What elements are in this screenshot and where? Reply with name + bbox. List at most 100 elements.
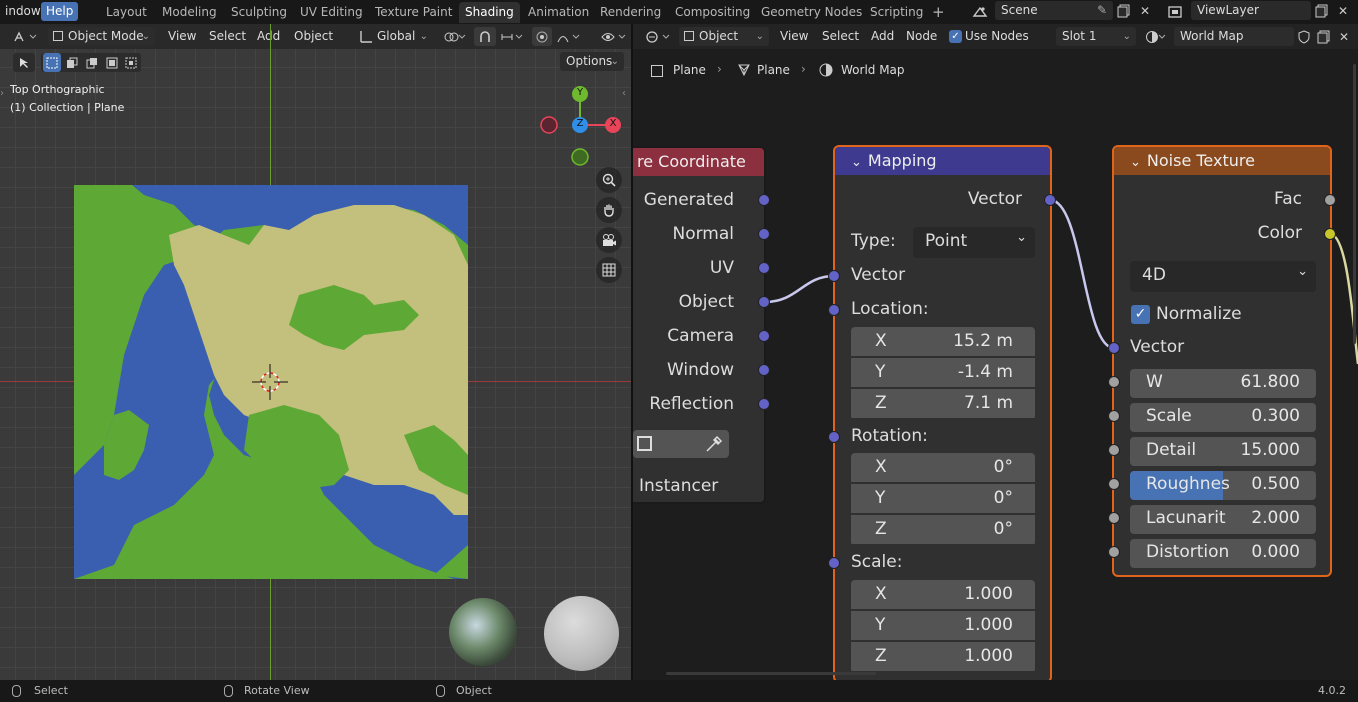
toolbar-expand-icon[interactable]: › (0, 88, 4, 99)
texture-coordinate-node-title[interactable]: re Coordinate (633, 148, 764, 176)
options-dropdown[interactable]: Options ⌄ (560, 52, 624, 71)
scale-x-field[interactable]: X 1.000 (851, 580, 1035, 609)
socket-scale[interactable] (828, 557, 840, 569)
rotation-x-field[interactable]: X 0° (851, 453, 1035, 482)
socket-rotation[interactable] (828, 431, 840, 443)
select-invert-icon[interactable] (103, 53, 121, 72)
horizontal-scrollbar[interactable] (666, 672, 876, 675)
socket-normal[interactable] (758, 228, 770, 240)
view-layer-field[interactable]: ViewLayer (1191, 1, 1311, 20)
socket-noise-fac[interactable] (1324, 194, 1336, 206)
delete-scene-icon[interactable]: ✕ (1135, 1, 1155, 20)
tab-uv-editing[interactable]: UV Editing (294, 2, 369, 23)
socket-camera[interactable] (758, 330, 770, 342)
tab-rendering[interactable]: Rendering (594, 2, 667, 23)
3d-viewport[interactable]: Object Mode ⌄ View Select Add Object Glo… (0, 24, 631, 680)
collapse-chevron-icon[interactable]: ⌄ (1130, 155, 1141, 170)
noise-scale-field[interactable]: Scale 0.300 (1130, 403, 1316, 432)
mapping-type-dropdown[interactable]: Point ⌄ (913, 227, 1035, 258)
noise-node-header[interactable]: ⌄ Noise Texture (1114, 147, 1330, 175)
snap-icon[interactable] (474, 27, 496, 46)
collapse-chevron-icon[interactable]: ⌄ (851, 155, 862, 170)
pin-icon[interactable]: ✎ (1097, 1, 1107, 20)
editor-type-icon[interactable] (8, 27, 42, 46)
proportional-editing-icon[interactable] (532, 27, 552, 46)
delete-view-layer-icon[interactable]: ✕ (1333, 1, 1353, 20)
visibility-icon[interactable] (598, 27, 630, 46)
location-y-field[interactable]: Y -1.4 m (851, 358, 1035, 387)
tab-animation[interactable]: Animation (522, 2, 595, 23)
noise-detail-field[interactable]: Detail 15.000 (1130, 437, 1316, 466)
socket-noise-vector[interactable] (1108, 342, 1120, 354)
noise-roughness-slider[interactable]: Roughnes 0.500 (1130, 471, 1316, 500)
tab-texture-paint[interactable]: Texture Paint (369, 2, 458, 23)
viewport-menu-view[interactable]: View (168, 27, 196, 46)
pan-hand-icon[interactable] (596, 197, 622, 223)
new-view-layer-icon[interactable] (1312, 1, 1332, 20)
socket-location[interactable] (828, 304, 840, 316)
socket-window[interactable] (758, 364, 770, 376)
socket-generated[interactable] (758, 194, 770, 206)
location-x-field[interactable]: X 15.2 m (851, 327, 1035, 356)
normalize-checkbox[interactable]: ✓ (1131, 305, 1150, 324)
socket-noise-distortion[interactable] (1108, 546, 1120, 558)
object-picker-field[interactable] (633, 430, 729, 458)
rotation-y-field[interactable]: Y 0° (851, 484, 1035, 513)
socket-mapping-vector-out[interactable] (1044, 194, 1056, 206)
tool-select-icon[interactable] (13, 53, 35, 72)
scale-z-field[interactable]: Z 1.000 (851, 642, 1035, 671)
select-extend-icon[interactable] (63, 53, 81, 72)
socket-object[interactable] (758, 296, 770, 308)
noise-dimensions-dropdown[interactable]: 4D ⌄ (1130, 261, 1316, 292)
noise-distortion-field[interactable]: Distortion 0.000 (1130, 539, 1316, 568)
eyedropper-icon[interactable] (705, 435, 723, 456)
select-intersect-icon[interactable] (122, 53, 140, 72)
socket-uv[interactable] (758, 262, 770, 274)
rotation-z-field[interactable]: Z 0° (851, 515, 1035, 544)
tab-sculpting[interactable]: Sculpting (225, 2, 293, 23)
menu-help[interactable]: Help (41, 2, 79, 21)
perspective-grid-icon[interactable] (596, 257, 622, 283)
tab-shading[interactable]: Shading (459, 2, 520, 23)
vertical-scrollbar[interactable] (1353, 64, 1356, 344)
viewport-menu-object[interactable]: Object (294, 27, 333, 46)
shader-node-editor[interactable]: Object ⌄ View Select Add Node ✓ Use Node… (633, 24, 1358, 680)
pivot-icon[interactable] (440, 27, 470, 46)
viewport-menu-select[interactable]: Select (209, 27, 246, 46)
select-new-icon[interactable] (43, 53, 61, 72)
transform-orientation-dropdown[interactable]: Global ⌄ (355, 27, 433, 46)
socket-mapping-vector-in[interactable] (828, 270, 840, 282)
texture-coordinate-node[interactable]: re Coordinate Generated Normal UV Object… (633, 146, 766, 504)
tab-compositing[interactable]: Compositing (669, 2, 756, 23)
add-workspace-button[interactable]: + (926, 2, 951, 23)
mode-dropdown[interactable]: Object Mode ⌄ (48, 27, 155, 46)
tab-scripting[interactable]: Scripting (864, 2, 929, 23)
tab-modeling[interactable]: Modeling (156, 2, 223, 23)
new-scene-icon[interactable] (1114, 1, 1134, 20)
view-layer-icon[interactable] (1162, 2, 1188, 21)
zoom-icon[interactable] (596, 167, 622, 193)
noise-lacunarity-field[interactable]: Lacunarit 2.000 (1130, 505, 1316, 534)
3d-cursor-icon[interactable] (252, 364, 288, 400)
tab-layout[interactable]: Layout (100, 2, 153, 23)
socket-noise-w[interactable] (1108, 376, 1120, 388)
socket-noise-color[interactable] (1324, 228, 1336, 240)
snap-target-icon[interactable] (497, 27, 527, 46)
scene-field[interactable]: Scene ✎ (995, 1, 1113, 20)
mapping-node-header[interactable]: ⌄ Mapping (835, 147, 1050, 175)
socket-noise-scale[interactable] (1108, 410, 1120, 422)
viewport-menu-add[interactable]: Add (257, 27, 280, 46)
socket-noise-lacunarity[interactable] (1108, 512, 1120, 524)
socket-reflection[interactable] (758, 398, 770, 410)
noise-w-field[interactable]: W 61.800 (1130, 369, 1316, 398)
location-z-field[interactable]: Z 7.1 m (851, 389, 1035, 418)
menu-window[interactable]: indow (0, 2, 46, 21)
scale-y-field[interactable]: Y 1.000 (851, 611, 1035, 640)
noise-texture-node[interactable]: ⌄ Noise Texture Fac Color 4D ⌄ ✓ Normaliz… (1112, 145, 1332, 577)
socket-noise-roughness[interactable] (1108, 478, 1120, 490)
socket-noise-detail[interactable] (1108, 444, 1120, 456)
select-subtract-icon[interactable] (83, 53, 101, 72)
scene-icon[interactable] (968, 2, 992, 21)
falloff-icon[interactable] (554, 27, 584, 46)
camera-icon[interactable] (596, 227, 622, 253)
